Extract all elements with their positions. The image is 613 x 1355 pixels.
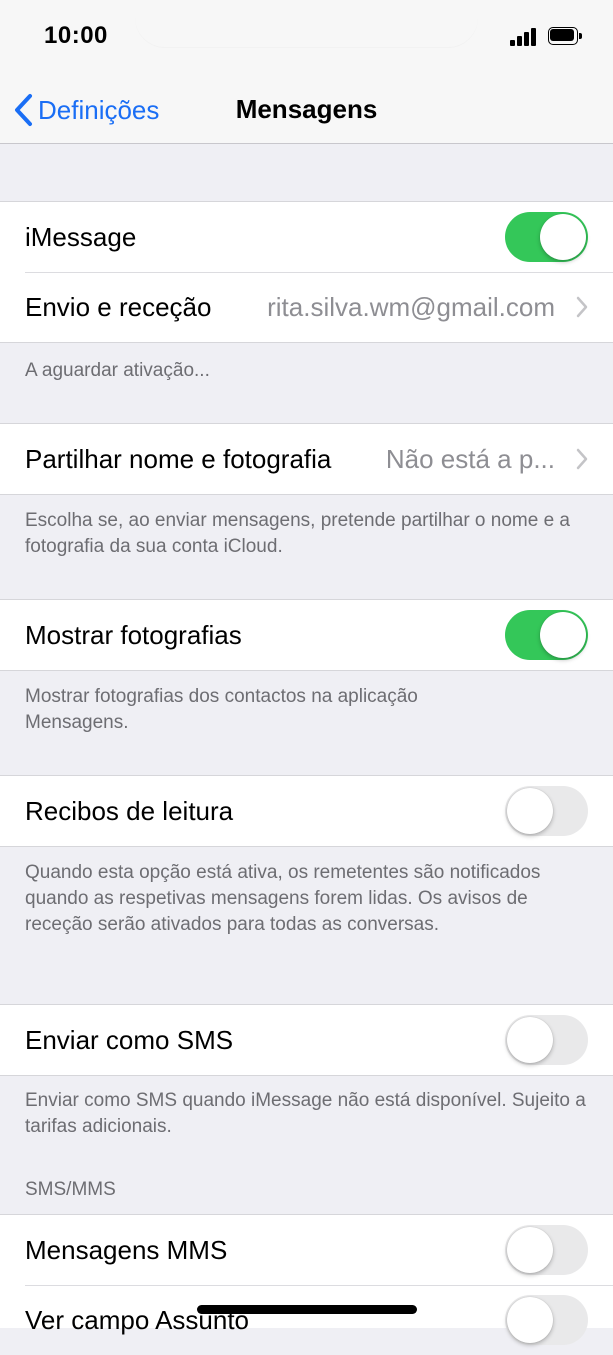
receipts-footer: Quando esta opção está ativa, os remeten…: [25, 862, 541, 935]
show-photos-row: Mostrar fotografias: [0, 600, 613, 670]
share-name-photo-row[interactable]: Partilhar nome e fotografia Não está a p…: [0, 424, 613, 494]
status-bar: 10:00: [0, 0, 613, 80]
home-indicator[interactable]: [197, 1305, 417, 1314]
chevron-right-icon: [576, 296, 588, 318]
show-photos-label: Mostrar fotografias: [25, 620, 242, 650]
share-value: Não está a p...: [385, 444, 555, 474]
show-subject-row: Ver campo Assunto: [0, 1285, 613, 1355]
imessage-group: iMessage Envio e receção rita.silva.wm@g…: [0, 201, 613, 343]
sms-group: Enviar como SMS: [0, 1004, 613, 1076]
sms-mms-header: SMS/MMS: [25, 1179, 116, 1200]
mms-messages-row: Mensagens MMS: [0, 1215, 613, 1285]
send-as-sms-toggle[interactable]: [505, 1015, 588, 1065]
receipts-group: Recibos de leitura: [0, 775, 613, 847]
imessage-toggle[interactable]: [505, 212, 588, 262]
share-group: Partilhar nome e fotografia Não está a p…: [0, 423, 613, 495]
photos-group: Mostrar fotografias: [0, 599, 613, 671]
navigation-bar: Definições Mensagens: [0, 80, 613, 144]
read-receipts-row: Recibos de leitura: [0, 776, 613, 846]
mms-messages-toggle[interactable]: [505, 1225, 588, 1275]
photos-footer: Mostrar fotografias dos contactos na apl…: [25, 686, 418, 733]
show-photos-toggle[interactable]: [505, 610, 588, 660]
signal-icon: [510, 28, 540, 46]
page-title: Mensagens: [235, 94, 378, 124]
send-as-sms-label: Enviar como SMS: [25, 1025, 234, 1055]
battery-icon: [548, 27, 584, 47]
chevron-right-icon: [576, 448, 588, 470]
send-receive-value: rita.silva.wm@gmail.com: [267, 292, 555, 322]
status-time: 10:00: [44, 22, 108, 49]
imessage-row: iMessage: [0, 202, 613, 272]
show-subject-toggle[interactable]: [505, 1295, 588, 1345]
read-receipts-toggle[interactable]: [505, 786, 588, 836]
read-receipts-label: Recibos de leitura: [25, 796, 234, 826]
mms-messages-label: Mensagens MMS: [25, 1235, 228, 1265]
share-footer: Escolha se, ao enviar mensagens, pretend…: [25, 510, 570, 557]
imessage-label: iMessage: [25, 222, 137, 252]
show-subject-label: Ver campo Assunto: [25, 1305, 250, 1335]
send-receive-row[interactable]: Envio e receção rita.silva.wm@gmail.com: [0, 272, 613, 342]
send-as-sms-row: Enviar como SMS: [0, 1005, 613, 1075]
share-label: Partilhar nome e fotografia: [25, 444, 332, 474]
sms-footer: Enviar como SMS quando iMessage não está…: [25, 1090, 586, 1137]
notch: [135, 0, 478, 48]
imessage-footer: A aguardar ativação...: [25, 360, 210, 381]
send-receive-label: Envio e receção: [25, 292, 212, 322]
